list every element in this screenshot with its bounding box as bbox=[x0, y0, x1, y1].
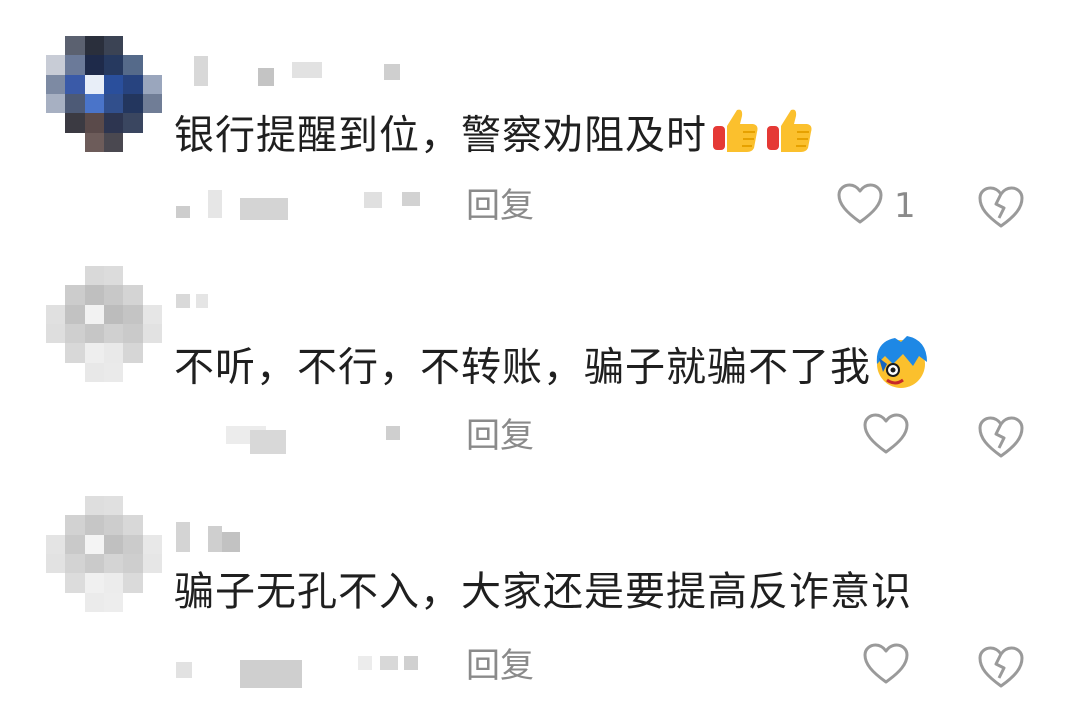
heart-icon bbox=[862, 412, 910, 460]
dislike-button[interactable] bbox=[976, 414, 1026, 462]
broken-heart-icon bbox=[976, 646, 1026, 694]
broken-heart-icon bbox=[976, 186, 1026, 234]
username-blurred[interactable] bbox=[174, 278, 414, 318]
timestamp-blurred bbox=[174, 184, 434, 224]
broken-heart-icon bbox=[976, 416, 1026, 464]
avatar[interactable] bbox=[46, 496, 162, 612]
blue-hair-face-icon bbox=[873, 334, 929, 405]
comment-text: 银行提醒到位，警察劝阻及时 bbox=[174, 104, 815, 171]
reply-button[interactable]: 回复 bbox=[466, 416, 534, 456]
like-count: 1 bbox=[894, 186, 916, 226]
reply-button[interactable]: 回复 bbox=[466, 186, 534, 226]
timestamp-blurred bbox=[174, 414, 434, 454]
thumbs-up-icon bbox=[763, 104, 815, 171]
comment-text: 骗子无孔不入，大家还是要提高反诈意识 bbox=[174, 569, 912, 615]
heart-icon bbox=[836, 182, 884, 230]
like-button[interactable]: 1 bbox=[836, 182, 916, 230]
comment-item: 银行提醒到位，警察劝阻及时 回复 1 bbox=[0, 36, 1080, 266]
avatar[interactable] bbox=[46, 36, 162, 152]
username-blurred[interactable] bbox=[174, 48, 414, 88]
comment-item: 骗子无孔不入，大家还是要提高反诈意识 回复 bbox=[0, 496, 1080, 726]
like-button[interactable] bbox=[862, 412, 920, 460]
thumbs-up-icon bbox=[709, 104, 761, 171]
heart-icon bbox=[862, 642, 910, 690]
reply-button[interactable]: 回复 bbox=[466, 646, 534, 686]
username-blurred[interactable] bbox=[174, 508, 414, 552]
like-button[interactable] bbox=[862, 642, 920, 690]
comment-item: 不听，不行，不转账，骗子就骗不了我 回复 bbox=[0, 266, 1080, 496]
avatar[interactable] bbox=[46, 266, 162, 382]
timestamp-blurred bbox=[174, 644, 434, 688]
comment-text: 不听，不行，不转账，骗子就骗不了我 bbox=[174, 334, 929, 405]
dislike-button[interactable] bbox=[976, 184, 1026, 232]
dislike-button[interactable] bbox=[976, 644, 1026, 692]
